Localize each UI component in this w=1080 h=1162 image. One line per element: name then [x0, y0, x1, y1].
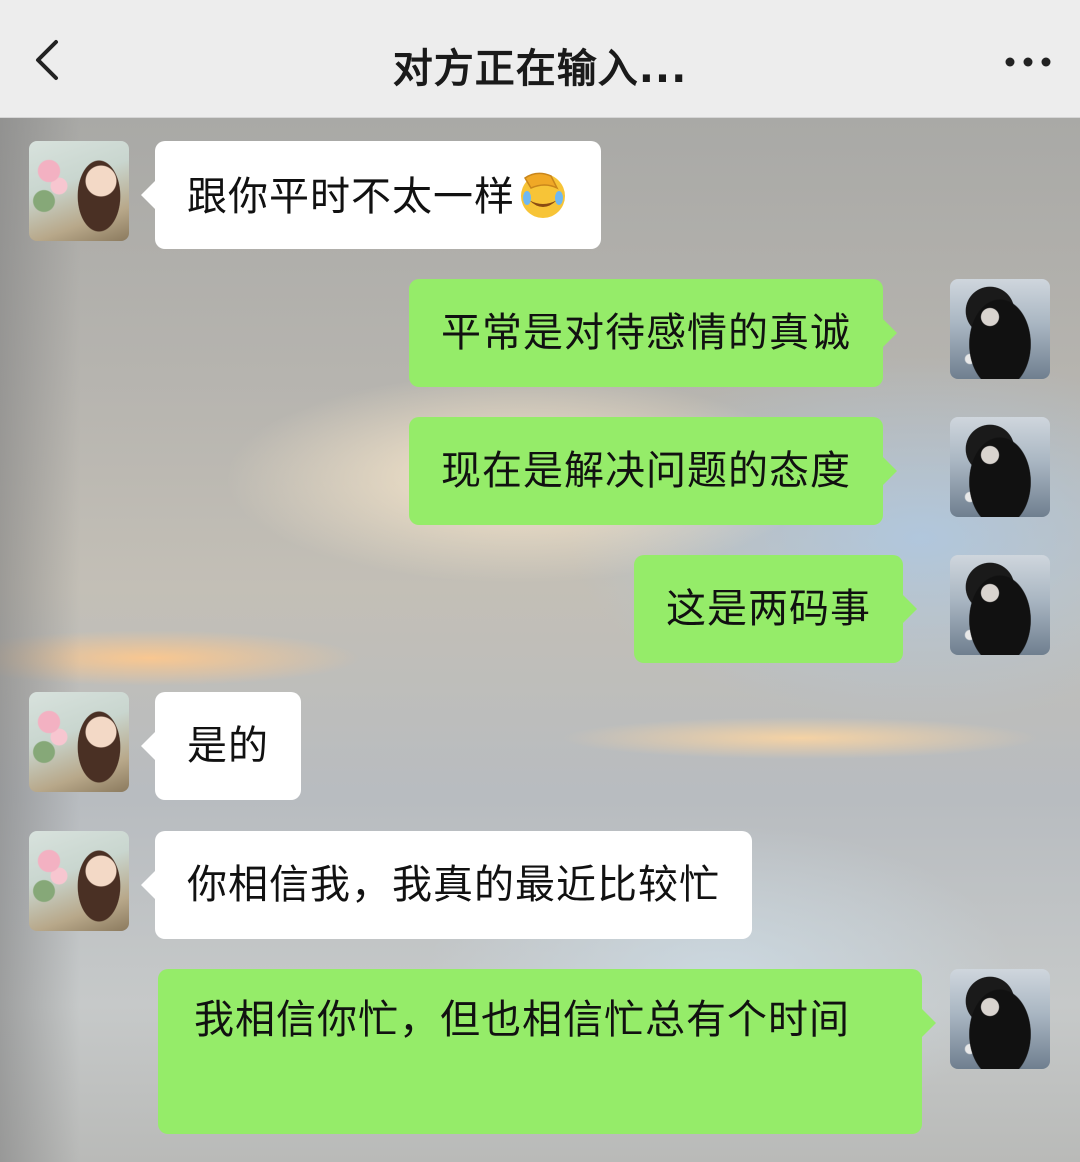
message-text: 我相信你忙，但也相信忙总有个时间 [194, 997, 850, 1043]
sent-message-bubble[interactable]: 现在是解决问题的态度 [409, 417, 897, 525]
more-dots-icon [1005, 57, 1051, 67]
my-avatar[interactable] [950, 969, 1050, 1069]
received-message-bubble[interactable]: 你相信我，我真的最近比较忙 [141, 831, 752, 939]
more-button[interactable] [998, 40, 1058, 80]
sent-message-bubble[interactable]: 平常是对待感情的真诚 [409, 279, 897, 387]
face-palm-crying-laughing-emoji-icon [521, 172, 565, 218]
my-avatar[interactable] [950, 279, 1050, 379]
contact-avatar[interactable] [29, 141, 129, 241]
received-message-bubble[interactable]: 是的 [141, 692, 301, 800]
received-message-bubble[interactable]: 跟你平时不太一样 [141, 141, 601, 249]
sent-message-bubble[interactable]: 我相信你忙，但也相信忙总有个时间 [158, 969, 936, 1134]
message-text: 跟你平时不太一样 [187, 174, 515, 220]
my-avatar[interactable] [950, 417, 1050, 517]
my-avatar[interactable] [950, 555, 1050, 655]
message-text: 是的 [187, 723, 269, 769]
message-text: 现在是解决问题的态度 [441, 448, 851, 494]
contact-avatar[interactable] [29, 831, 129, 931]
message-text: 你相信我，我真的最近比较忙 [187, 862, 720, 908]
message-text: 平常是对待感情的真诚 [441, 310, 851, 356]
sent-message-bubble[interactable]: 这是两码事 [634, 555, 917, 663]
message-text: 这是两码事 [666, 586, 871, 632]
chat-header: 对方正在输入... [0, 0, 1080, 118]
chat-title: 对方正在输入... [392, 46, 688, 92]
contact-avatar[interactable] [29, 692, 129, 792]
